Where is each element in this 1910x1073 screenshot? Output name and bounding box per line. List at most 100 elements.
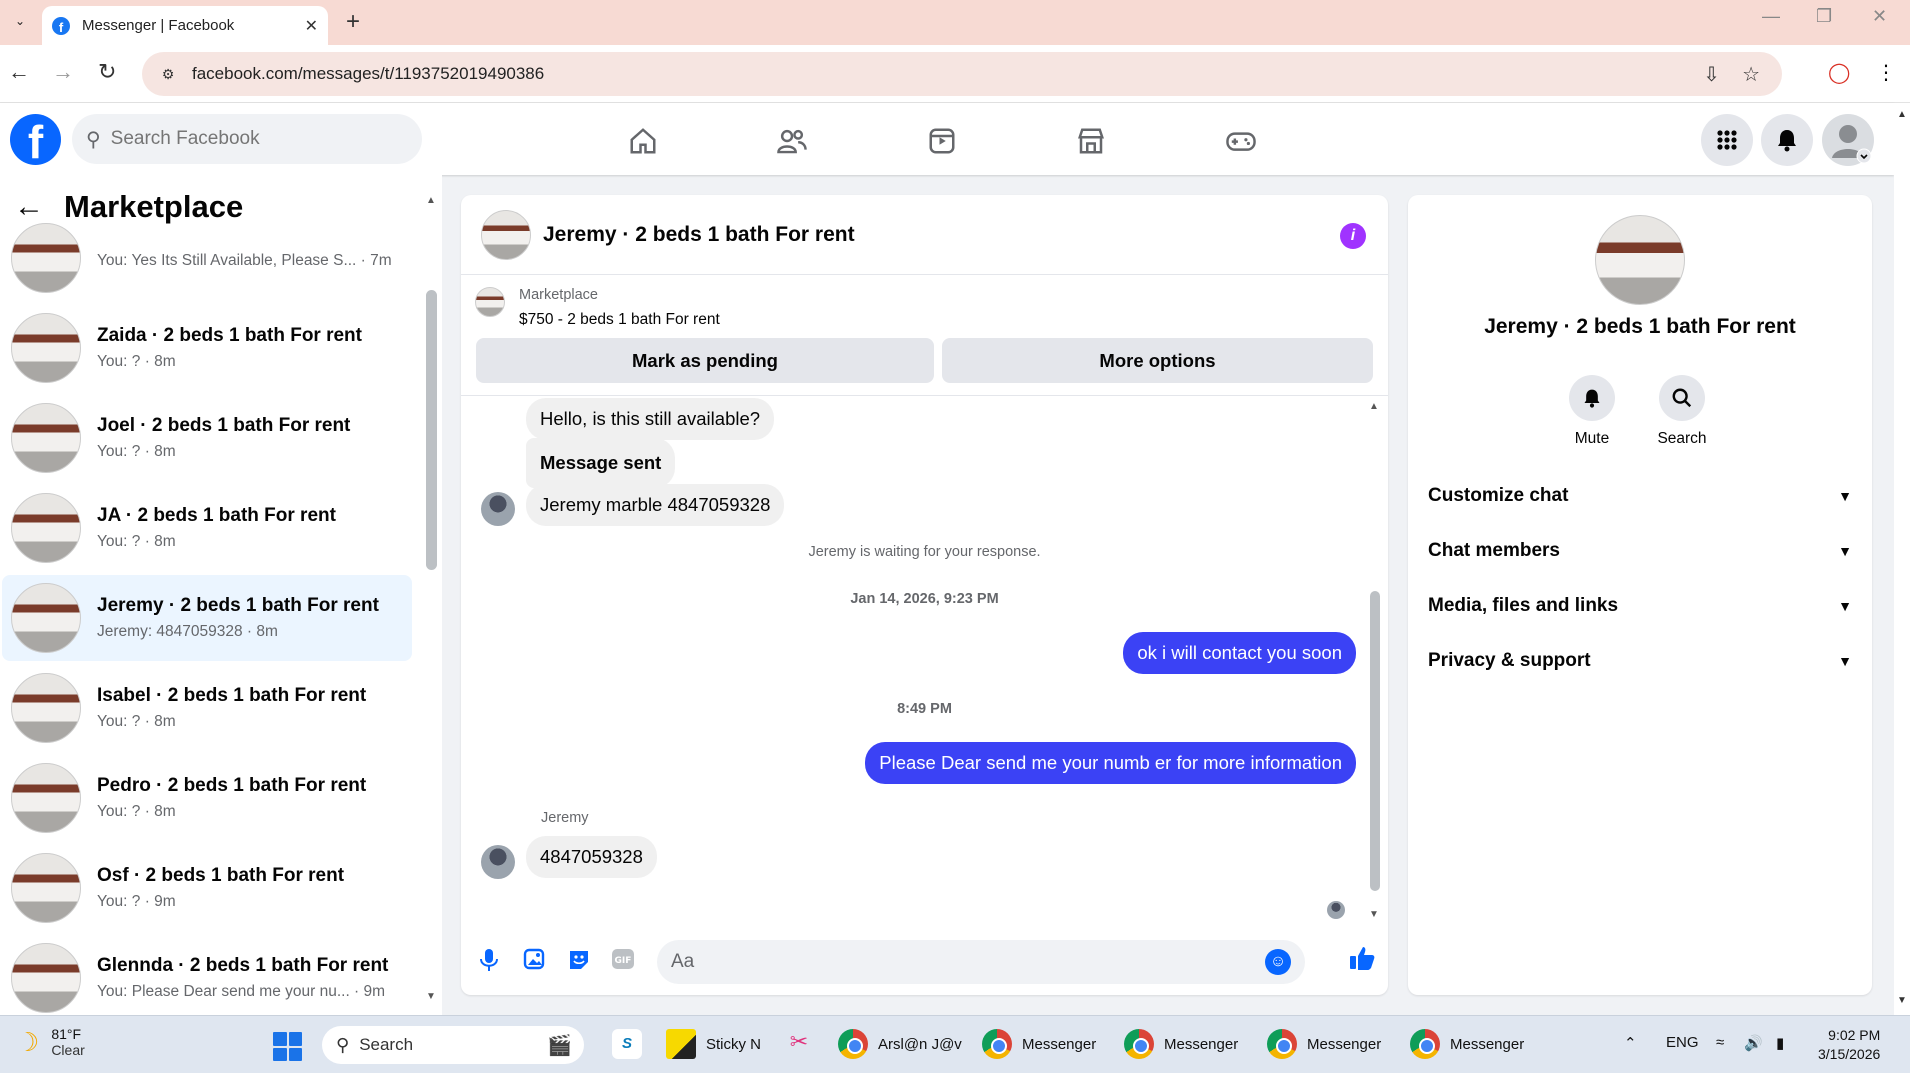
taskbar-messenger-4[interactable]: Messenger	[1410, 1029, 1524, 1059]
taskbar-app-label: Arsl@n J@v	[878, 1035, 962, 1053]
home-icon[interactable]	[623, 121, 663, 161]
browser-tab[interactable]: f Messenger | Facebook ✕	[42, 6, 328, 45]
facebook-search[interactable]: ⚲	[72, 114, 422, 164]
info-icon[interactable]: i	[1340, 223, 1366, 249]
mute-button[interactable]: Mute	[1552, 375, 1632, 448]
message-bubble-out: ok i will contact you soon	[1123, 632, 1356, 674]
media-files-links-section[interactable]: Media, files and links ▼	[1428, 595, 1852, 617]
listing-thumbnail	[475, 287, 505, 317]
volume-icon[interactable]: 🔊	[1744, 1034, 1763, 1052]
reload-icon[interactable]: ↻	[98, 59, 116, 85]
gif-icon[interactable]: GIF	[611, 948, 635, 976]
search-in-chat-button[interactable]: Search	[1642, 375, 1722, 448]
scrollbar-thumb[interactable]	[426, 290, 437, 570]
windows-start-icon[interactable]	[273, 1032, 302, 1061]
install-app-icon[interactable]: ⇩	[1703, 62, 1720, 87]
chrome-menu-icon[interactable]: ⋮	[1876, 60, 1896, 85]
conversation-item-active[interactable]: Jeremy · 2 beds 1 bath For rent Jeremy: 4…	[2, 575, 412, 661]
taskbar-search[interactable]: ⚲ Search 🎬	[322, 1026, 584, 1064]
bookmark-star-icon[interactable]: ☆	[1742, 62, 1760, 87]
profile-icon[interactable]: ◯	[1828, 60, 1850, 85]
conversation-item[interactable]: Osf · 2 beds 1 bath For rent You: ? · 9m	[2, 845, 412, 931]
tab-close-icon[interactable]: ✕	[305, 16, 318, 36]
window-close-icon[interactable]: ✕	[1872, 6, 1887, 27]
facebook-logo-icon[interactable]: f	[10, 114, 61, 165]
weather-widget[interactable]: ☽ 81°F Clear	[16, 1026, 85, 1058]
page-scrollbar[interactable]: ▲ ▼	[1894, 103, 1910, 1015]
chat-members-section[interactable]: Chat members ▼	[1428, 540, 1852, 562]
conversation-item[interactable]: Pedro · 2 beds 1 bath For rent You: ? · 8…	[2, 755, 412, 841]
url-text[interactable]: facebook.com/messages/t/1193752019490386	[192, 64, 1703, 84]
chat-info-panel: Jeremy · 2 beds 1 bath For rent Mute Sea…	[1408, 195, 1872, 995]
microphone-icon[interactable]	[479, 948, 499, 978]
thumbs-up-icon[interactable]	[1348, 944, 1376, 978]
sticker-icon[interactable]	[567, 948, 591, 978]
marketplace-icon[interactable]	[1071, 121, 1111, 161]
conversation-item[interactable]: Glennda · 2 beds 1 bath For rent You: Ple…	[2, 935, 412, 1015]
conversation-name: Pedro · 2 beds 1 bath For rent	[97, 775, 367, 796]
taskbar-messenger-1[interactable]: Messenger	[982, 1029, 1096, 1059]
more-options-button[interactable]: More options	[942, 338, 1373, 383]
emoji-icon[interactable]: ☺	[1265, 949, 1291, 975]
friends-icon[interactable]	[772, 121, 812, 161]
gaming-icon[interactable]	[1221, 121, 1261, 161]
photo-icon[interactable]	[523, 948, 545, 976]
conversation-name: Glennda · 2 beds 1 bath For rent	[97, 955, 389, 976]
conversation-item[interactable]: JA · 2 beds 1 bath For rent You: ? · 8m	[2, 485, 412, 571]
notifications-bell-icon[interactable]	[1761, 114, 1813, 166]
scroll-down-icon[interactable]: ▼	[1369, 909, 1379, 920]
taskbar-snipping-tool[interactable]: ✂	[784, 1029, 824, 1059]
new-tab-icon[interactable]: +	[346, 8, 360, 36]
privacy-support-section[interactable]: Privacy & support ▼	[1428, 650, 1852, 672]
conversation-item[interactable]: Joel · 2 beds 1 bath For rent You: ? · 8m	[2, 395, 412, 481]
taskbar-clock[interactable]: 9:02 PM 3/15/2026	[1818, 1026, 1880, 1064]
chat-avatar[interactable]	[481, 209, 531, 260]
restore-icon[interactable]: ❐	[1816, 6, 1832, 27]
snipping-tool-icon: ✂	[789, 1029, 809, 1054]
taskbar-chrome-profile[interactable]: Arsl@n J@v	[838, 1029, 962, 1059]
sender-avatar[interactable]	[481, 492, 515, 526]
sender-avatar[interactable]	[481, 845, 515, 879]
menu-grid-icon[interactable]	[1701, 114, 1753, 166]
taskbar-sticky-notes[interactable]: Sticky N	[666, 1029, 761, 1059]
search-icon: ⚲	[336, 1034, 350, 1055]
chevron-down-icon: ▼	[1838, 598, 1852, 614]
scrollbar-thumb[interactable]	[1370, 591, 1380, 891]
taskbar-app-s[interactable]: S	[612, 1029, 652, 1059]
chrome-icon	[1124, 1029, 1154, 1059]
chat-scrollbar[interactable]: ▲ ▼	[1368, 401, 1382, 921]
site-settings-icon[interactable]: ⚙	[154, 60, 182, 88]
chevron-down-icon: ▼	[1838, 653, 1852, 669]
account-avatar[interactable]	[1822, 114, 1874, 166]
input-language[interactable]: ENG	[1666, 1034, 1699, 1051]
taskbar-messenger-2[interactable]: Messenger	[1124, 1029, 1238, 1059]
address-bar[interactable]: ⚙ facebook.com/messages/t/11937520194903…	[142, 52, 1782, 96]
chat-header[interactable]: Jeremy · 2 beds 1 bath For rent i	[461, 195, 1388, 275]
chat-title[interactable]: Jeremy · 2 beds 1 bath For rent	[543, 223, 855, 247]
customize-chat-section[interactable]: Customize chat ▼	[1428, 485, 1852, 507]
wifi-icon[interactable]: ≈	[1716, 1034, 1724, 1051]
profile-avatar[interactable]	[1595, 215, 1685, 305]
facebook-search-input[interactable]	[110, 128, 361, 150]
conversation-item[interactable]: Zaida · 2 beds 1 bath For rent You: ? · 8…	[2, 305, 412, 391]
message-input[interactable]: Aa ☺	[657, 940, 1305, 984]
scroll-down-icon[interactable]: ▼	[426, 991, 436, 1002]
listing-avatar	[11, 403, 81, 473]
conversation-preview: You: ? · 8m	[97, 353, 176, 370]
forward-arrow-icon[interactable]: →	[52, 59, 74, 85]
scroll-up-icon[interactable]: ▲	[1369, 401, 1379, 412]
taskbar-messenger-3[interactable]: Messenger	[1267, 1029, 1381, 1059]
conversation-item[interactable]: You: Yes Its Still Available, Please S..…	[2, 215, 412, 301]
scroll-up-icon[interactable]: ▲	[426, 195, 436, 206]
tray-chevron-up-icon[interactable]: ⌃	[1624, 1034, 1637, 1052]
tab-search-chevron-icon[interactable]: ⌄	[8, 10, 32, 32]
mark-as-pending-button[interactable]: Mark as pending	[476, 338, 934, 383]
battery-icon[interactable]: ▮	[1776, 1034, 1784, 1052]
conversation-list-scrollbar[interactable]: ▲ ▼	[424, 195, 440, 1005]
listing-summary[interactable]: Marketplace $750 - 2 beds 1 bath For ren…	[475, 287, 720, 329]
back-arrow-icon[interactable]: ←	[8, 59, 30, 85]
video-icon[interactable]	[922, 121, 962, 161]
conversation-item[interactable]: Isabel · 2 beds 1 bath For rent You: ? · …	[2, 665, 412, 751]
listing-price-title: $750 - 2 beds 1 bath For rent	[519, 311, 720, 328]
minimize-icon[interactable]: —	[1762, 6, 1780, 27]
